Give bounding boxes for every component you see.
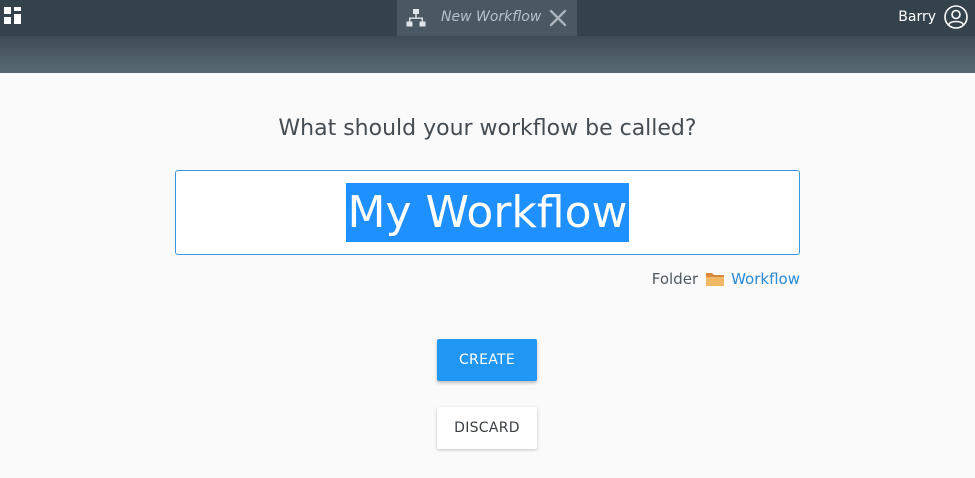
tab-title: New Workflow — [441, 9, 542, 25]
apps-grid-icon[interactable] — [4, 7, 22, 25]
tab-strip: New Workflow Barry — [0, 0, 975, 36]
folder-selector: Folder Workflow — [652, 268, 800, 290]
workflow-name-input[interactable]: My Workflow — [175, 170, 800, 255]
page-question: What should your workflow be called? — [278, 116, 697, 141]
folder-icon — [706, 273, 725, 286]
workflow-name-value[interactable]: My Workflow — [346, 183, 629, 242]
tab-new-workflow[interactable]: New Workflow — [397, 0, 577, 36]
discard-button[interactable]: DISCARD — [437, 407, 537, 449]
top-bar: New Workflow Barry — [0, 0, 975, 73]
workflow-hierarchy-icon — [406, 9, 426, 27]
user-menu[interactable]: Barry — [898, 4, 968, 30]
close-icon[interactable] — [549, 9, 567, 27]
folder-link[interactable]: Workflow — [731, 270, 800, 288]
create-button[interactable]: CREATE — [437, 339, 537, 381]
user-avatar-icon — [944, 5, 968, 29]
user-name: Barry — [898, 9, 936, 25]
folder-label: Folder — [651, 270, 699, 288]
